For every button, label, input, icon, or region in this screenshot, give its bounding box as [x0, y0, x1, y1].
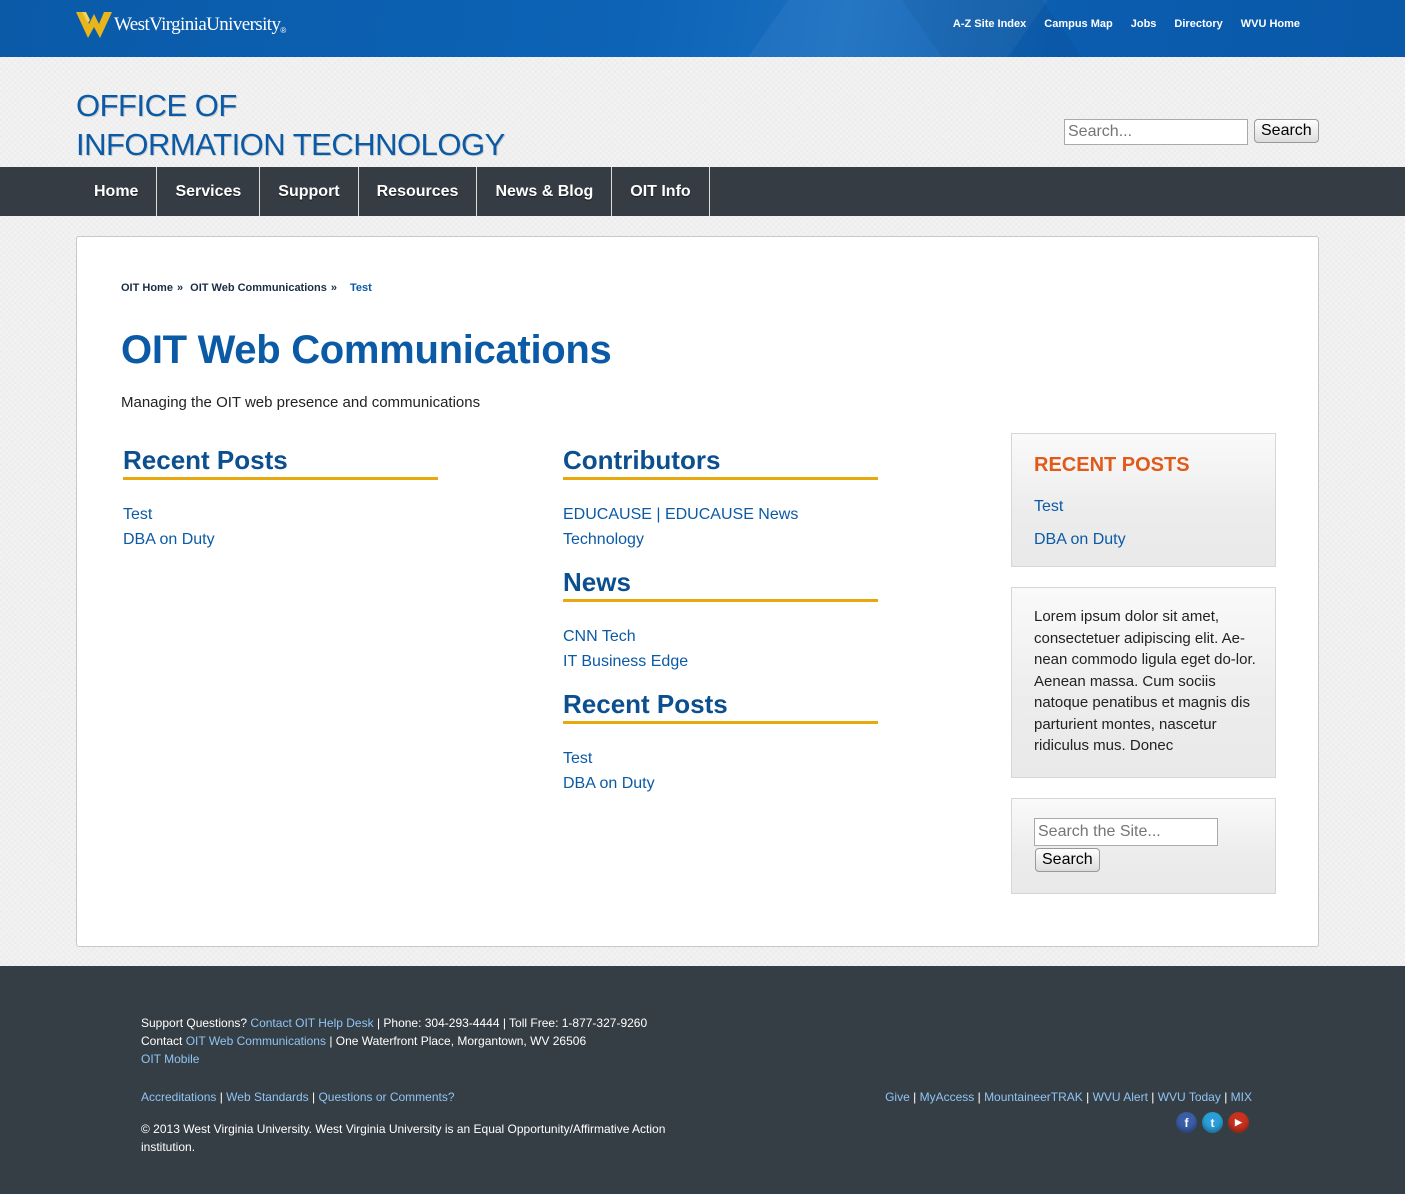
site-search-button[interactable]: Search	[1035, 848, 1100, 872]
news-heading: News	[563, 566, 878, 602]
give-link[interactable]: Give	[885, 1090, 910, 1104]
mountaineertrak-link[interactable]: MountaineerTRAK	[984, 1090, 1083, 1104]
web-standards-link[interactable]: Web Standards	[226, 1090, 309, 1104]
recent-posts-column: Recent Posts Test DBA on Duty	[123, 444, 438, 552]
sidebar-recent-heading: RECENT POSTS	[1034, 454, 1190, 476]
recent-posts-heading-2: Recent Posts	[563, 688, 878, 724]
header-search: Search	[1064, 119, 1319, 145]
contributor-link-technology[interactable]: Technology	[563, 527, 878, 552]
facebook-icon[interactable]: f	[1176, 1112, 1197, 1133]
news-section: News CNN Tech IT Business Edge	[563, 566, 878, 674]
oit-mobile-link[interactable]: OIT Mobile	[141, 1052, 199, 1066]
sidebar-text-widget: Lorem ipsum dolor sit amet, consectetuer…	[1011, 587, 1276, 778]
sidebar-lorem-text: Lorem ipsum dolor sit amet, consectetuer…	[1034, 608, 1256, 754]
flying-wv-icon	[76, 12, 112, 38]
sidebar-search-widget: Search	[1011, 798, 1276, 894]
copyright: © 2013 West Virginia University. West Vi…	[141, 1122, 666, 1154]
nav-resources[interactable]: Resources	[359, 183, 477, 201]
news-link-it-business-edge[interactable]: IT Business Edge	[563, 649, 878, 674]
wvu-today-link[interactable]: WVU Today	[1158, 1090, 1221, 1104]
header-search-button[interactable]: Search	[1254, 119, 1319, 143]
phone-text: | Phone: 304-293-4444 | Toll Free: 1-877…	[376, 1016, 648, 1030]
jobs-link[interactable]: Jobs	[1131, 18, 1157, 30]
breadcrumb-oit-web-communications[interactable]: OIT Web Communications	[190, 282, 327, 294]
az-site-index-link[interactable]: A-Z Site Index	[953, 18, 1026, 30]
breadcrumb-oit-home[interactable]: OIT Home	[121, 282, 173, 294]
news-link-cnn-tech[interactable]: CNN Tech	[563, 624, 878, 649]
nav-support[interactable]: Support	[260, 183, 357, 201]
footer-contact: Support Questions? Contact OIT Help Desk…	[141, 1014, 647, 1068]
breadcrumb-separator: »	[176, 282, 184, 294]
sidebar-post-link-dba-on-duty[interactable]: DBA on Duty	[1034, 523, 1126, 556]
wvu-home-link[interactable]: WVU Home	[1241, 18, 1300, 30]
sidebar-recent-posts: RECENT POSTS Test DBA on Duty	[1011, 433, 1276, 567]
footer-left-links: Accreditations | Web Standards | Questio…	[141, 1090, 455, 1104]
main-nav: Home Services Support Resources News & B…	[0, 167, 1405, 216]
questions-link[interactable]: Questions or Comments?	[318, 1090, 454, 1104]
breadcrumb-current: Test	[350, 282, 372, 294]
post-link-test[interactable]: Test	[123, 502, 438, 527]
myaccess-link[interactable]: MyAccess	[920, 1090, 975, 1104]
directory-link[interactable]: Directory	[1174, 18, 1222, 30]
contributors-section: Contributors EDUCAUSE | EDUCAUSE News Te…	[563, 444, 878, 552]
accreditations-link[interactable]: Accreditations	[141, 1090, 216, 1104]
contributor-link-educause[interactable]: EDUCAUSE | EDUCAUSE News	[563, 502, 878, 527]
footer-right-links: Give | MyAccess | MountaineerTRAK | WVU …	[885, 1090, 1252, 1104]
recent-posts-heading: Recent Posts	[123, 444, 438, 480]
site-search-input[interactable]	[1034, 818, 1218, 846]
wvu-alert-link[interactable]: WVU Alert	[1093, 1090, 1148, 1104]
utility-links: A-Z Site Index Campus Map Jobs Directory…	[953, 18, 1300, 30]
helpdesk-link[interactable]: Contact OIT Help Desk	[250, 1016, 373, 1030]
address-text: | One Waterfront Place, Morgantown, WV 2…	[329, 1034, 587, 1048]
post-link-test-2[interactable]: Test	[563, 746, 878, 771]
contact-prefix: Contact	[141, 1034, 183, 1048]
youtube-icon[interactable]: ▶	[1228, 1112, 1249, 1133]
logo-text: WestVirginiaUniversity	[114, 14, 281, 35]
campus-map-link[interactable]: Campus Map	[1044, 18, 1112, 30]
page-title: OIT Web Communications	[121, 328, 612, 372]
header-search-input[interactable]	[1064, 119, 1248, 145]
breadcrumb: OIT Home» OIT Web Communications» Test	[121, 282, 372, 294]
top-bar: WestVirginiaUniversity ® A-Z Site Index C…	[0, 0, 1405, 57]
page-description: Managing the OIT web presence and commun…	[121, 394, 481, 411]
nav-home[interactable]: Home	[76, 183, 156, 201]
feeds-column: Contributors EDUCAUSE | EDUCAUSE News Te…	[563, 444, 878, 810]
nav-oit-info[interactable]: OIT Info	[612, 183, 708, 201]
content-card: OIT Home» OIT Web Communications» Test O…	[76, 236, 1319, 947]
contributors-heading: Contributors	[563, 444, 878, 480]
mix-link[interactable]: MIX	[1231, 1090, 1252, 1104]
support-prefix: Support Questions?	[141, 1016, 248, 1030]
footer: Support Questions? Contact OIT Help Desk…	[0, 966, 1405, 1194]
site-title[interactable]: OFFICE OF INFORMATION TECHNOLOGY	[76, 86, 505, 164]
recent-posts-section-2: Recent Posts Test DBA on Duty	[563, 688, 878, 796]
breadcrumb-separator: »	[330, 282, 337, 294]
nav-services[interactable]: Services	[157, 183, 259, 201]
twitter-icon[interactable]: t	[1202, 1112, 1223, 1133]
post-link-dba-on-duty-2[interactable]: DBA on Duty	[563, 771, 878, 796]
sidebar-post-link-test[interactable]: Test	[1034, 490, 1126, 523]
contact-web-comm-link[interactable]: OIT Web Communications	[186, 1034, 326, 1048]
social-links: f t ▶	[1176, 1112, 1249, 1133]
nav-news-blog[interactable]: News & Blog	[477, 183, 611, 201]
wvu-logo[interactable]: WestVirginiaUniversity ®	[76, 8, 286, 42]
post-link-dba-on-duty[interactable]: DBA on Duty	[123, 527, 438, 552]
